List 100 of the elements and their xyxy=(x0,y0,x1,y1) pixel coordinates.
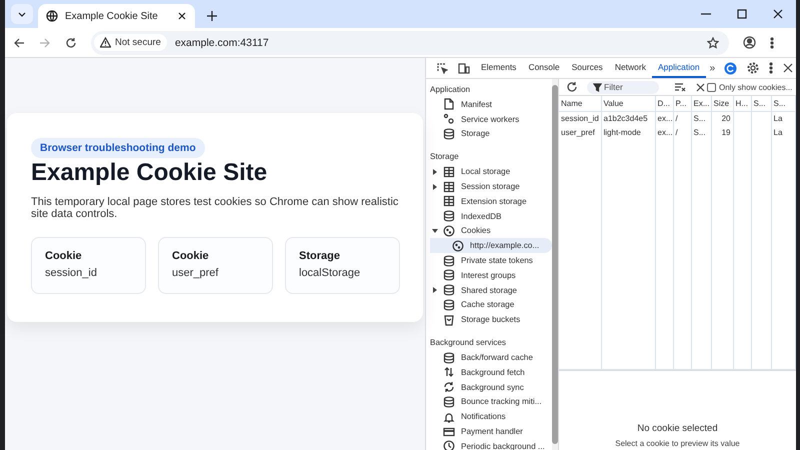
security-chip[interactable]: Not secure xyxy=(94,34,167,51)
reload-icon[interactable] xyxy=(566,81,578,93)
devtools-tab[interactable]: Application xyxy=(652,58,706,78)
caret-right-icon[interactable] xyxy=(432,168,438,175)
devtools-tab[interactable]: Elements xyxy=(475,58,522,78)
clear-filter-icon[interactable] xyxy=(674,82,686,92)
sidebar-item[interactable]: Payment handler xyxy=(430,424,552,439)
table-cell: S... xyxy=(691,111,711,125)
security-label: Not secure xyxy=(115,37,161,48)
database-icon xyxy=(443,352,455,364)
table-cell: light-mode xyxy=(601,125,655,139)
page-title: Example Cookie Site xyxy=(31,159,268,187)
address-bar[interactable]: Not secure example.com:43117 xyxy=(91,30,729,54)
badge: Browser troubleshooting demo xyxy=(31,138,205,158)
card-label: Cookie xyxy=(45,250,83,262)
up-down-arrows-icon xyxy=(443,366,455,378)
bucket-icon xyxy=(443,314,455,326)
grid-icon xyxy=(443,166,455,178)
database-icon xyxy=(443,396,455,408)
tab-title: Example Cookie Site xyxy=(65,10,159,22)
reload-icon[interactable] xyxy=(65,36,77,48)
table-cell: user_pref xyxy=(559,125,601,139)
filter-icon xyxy=(593,82,602,92)
close-icon[interactable] xyxy=(696,82,705,92)
card-value: session_id xyxy=(45,267,98,279)
column-header[interactable]: Name xyxy=(559,96,601,111)
close-icon[interactable] xyxy=(177,11,187,21)
sidebar-item[interactable]: Local storage xyxy=(430,164,552,180)
database-icon xyxy=(443,284,455,296)
column-header[interactable]: Size xyxy=(711,96,733,111)
more-tabs-button[interactable]: » xyxy=(706,62,720,74)
filter-field[interactable]: Filter xyxy=(587,80,659,94)
sidebar-item[interactable]: Notifications xyxy=(430,409,552,424)
sidebar-item[interactable]: Bounce tracking miti... xyxy=(430,394,552,410)
table-cell: / xyxy=(673,125,691,139)
preview-title: No cookie selected xyxy=(637,423,718,434)
column-header[interactable]: S... xyxy=(751,96,771,111)
sidebar-item[interactable]: Service workers xyxy=(430,112,552,127)
sidebar-item[interactable]: Shared storage xyxy=(430,282,552,298)
table-cell: ex... xyxy=(655,125,673,139)
sidebar-item[interactable]: Session storage xyxy=(430,179,552,194)
kebab-menu-icon[interactable] xyxy=(770,36,774,48)
column-header[interactable]: P... xyxy=(673,96,691,111)
caret-right-icon[interactable] xyxy=(432,287,438,294)
star-icon[interactable] xyxy=(707,36,719,48)
devtools-tab[interactable]: Sources xyxy=(566,58,609,78)
sidebar-item[interactable]: Back/forward cache xyxy=(430,350,552,365)
table-cell: La xyxy=(771,125,796,139)
column-header[interactable]: S... xyxy=(771,96,796,111)
profile-icon[interactable] xyxy=(743,36,756,49)
only-show-cookies-checkbox[interactable]: Only show cookies... xyxy=(707,82,792,92)
column-header[interactable]: Value xyxy=(601,96,655,111)
devtools-tab[interactable]: Network xyxy=(608,58,652,78)
sidebar-item[interactable]: Background sync xyxy=(430,380,552,395)
sidebar-item[interactable]: Manifest xyxy=(430,97,552,112)
preview-hint: Select a cookie to preview its value xyxy=(615,439,740,448)
cookie-icon xyxy=(443,224,455,237)
database-icon xyxy=(443,254,455,267)
sidebar-item[interactable]: Storage buckets xyxy=(430,312,552,328)
settings-icon[interactable] xyxy=(747,62,760,74)
database-icon xyxy=(443,210,455,222)
caret-right-icon[interactable] xyxy=(432,184,438,190)
element-picker-icon[interactable] xyxy=(437,62,448,74)
sidebar-item[interactable]: IndexedDB xyxy=(430,208,552,224)
sidebar-item[interactable]: http://example.co... xyxy=(430,238,552,254)
kebab-menu-icon[interactable] xyxy=(769,62,774,74)
cookie-icon xyxy=(452,240,464,252)
sidebar-item[interactable]: Extension storage xyxy=(430,194,552,209)
card-icon xyxy=(443,426,455,438)
sidebar-item[interactable]: Cookies xyxy=(430,224,552,238)
chevron-down-icon[interactable] xyxy=(11,4,33,24)
database-icon xyxy=(443,298,455,311)
sidebar-item[interactable]: Private state tokens xyxy=(430,253,552,268)
section-heading: Storage xyxy=(430,151,460,164)
database-icon xyxy=(443,269,455,282)
close-icon[interactable] xyxy=(783,63,794,73)
column-header[interactable]: D... xyxy=(655,96,673,111)
sidebar-item[interactable]: Interest groups xyxy=(430,268,552,283)
clock-icon xyxy=(443,440,455,450)
section-heading: Background services xyxy=(430,337,507,350)
card-label: Cookie xyxy=(172,250,210,262)
column-header[interactable]: H... xyxy=(733,96,751,111)
devtools-tab[interactable]: Console xyxy=(522,58,566,78)
section-heading: Application xyxy=(430,84,472,96)
sidebar-item[interactable]: Storage xyxy=(430,126,552,142)
scrollbar[interactable] xyxy=(552,79,558,450)
assistant-icon[interactable] xyxy=(724,62,738,74)
browser-tab[interactable]: Example Cookie Site xyxy=(38,4,195,28)
device-toolbar-icon[interactable] xyxy=(458,62,470,74)
sidebar-item[interactable]: Cache storage xyxy=(430,298,552,312)
column-header[interactable]: Ex... xyxy=(691,96,711,111)
back-arrow-icon[interactable] xyxy=(13,36,25,48)
table-cell: 20 xyxy=(711,111,733,125)
caret-down-icon[interactable] xyxy=(432,228,438,234)
table-cell: session_id xyxy=(559,111,601,125)
file-icon xyxy=(443,98,455,110)
card-value: localStorage xyxy=(299,267,362,279)
plus-icon[interactable] xyxy=(206,10,218,22)
url-text: example.com:43117 xyxy=(174,36,269,48)
sidebar-item[interactable]: Background fetch xyxy=(430,364,552,380)
